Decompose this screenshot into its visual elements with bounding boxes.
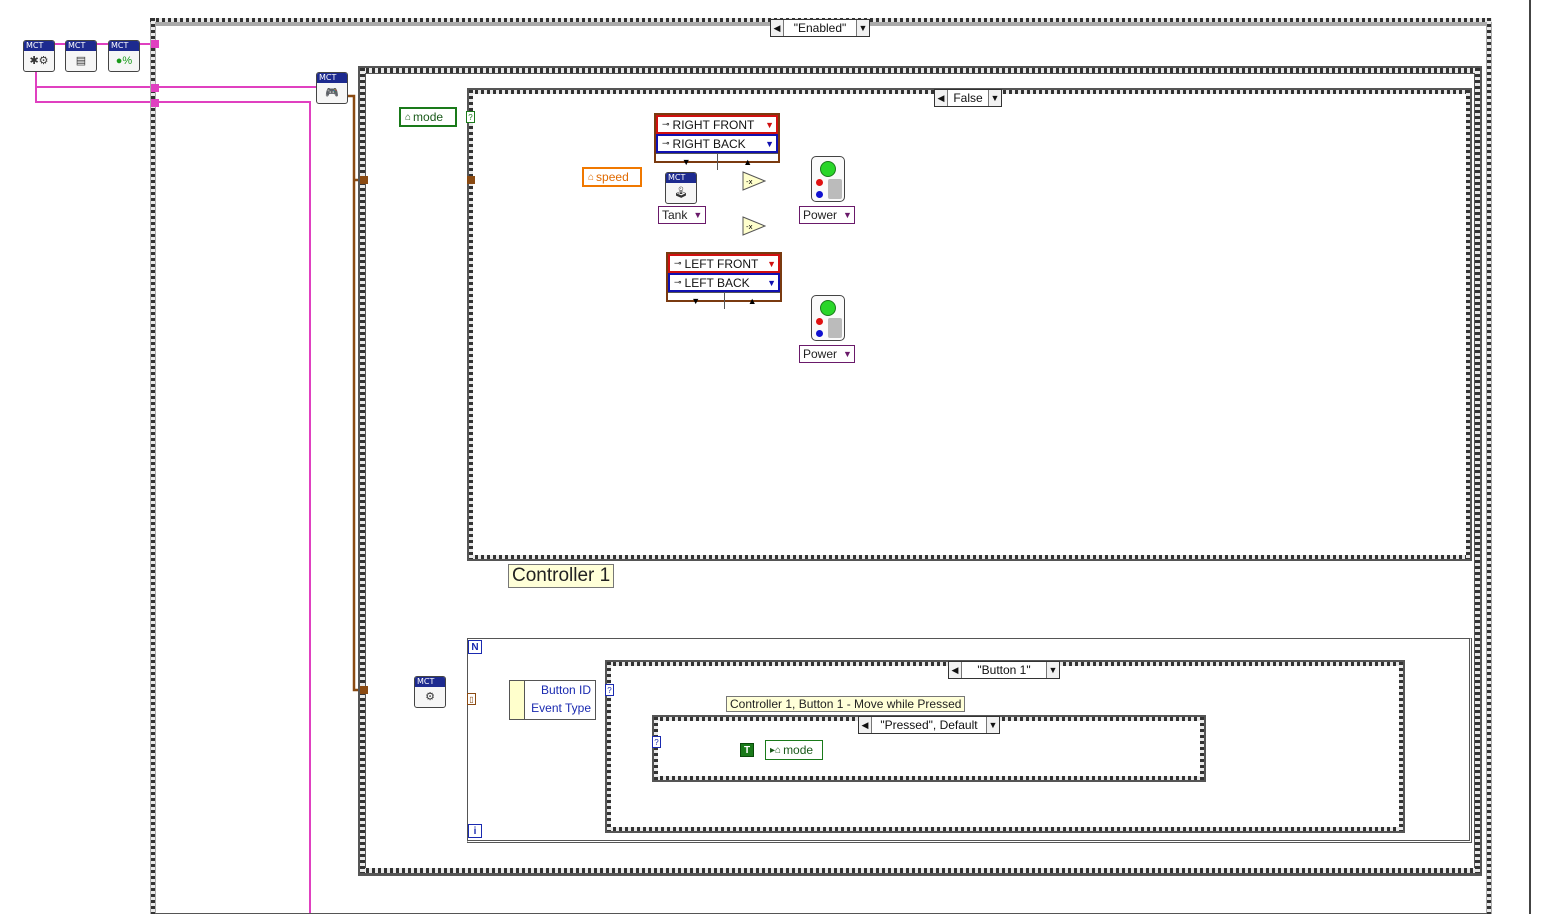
decrement-arrow-icon[interactable]: ◀ bbox=[949, 662, 962, 678]
dropdown-arrow-icon: ▼ bbox=[765, 138, 774, 149]
drive-mode-enum[interactable]: Tank ▼ bbox=[658, 206, 706, 224]
chevron-down-icon[interactable]: ▼ bbox=[656, 154, 718, 170]
loop-iteration-terminal: i bbox=[468, 824, 482, 838]
green-light-icon bbox=[820, 161, 836, 177]
unbundle-by-name[interactable]: Button ID Event Type bbox=[509, 680, 596, 720]
motor-icon bbox=[828, 318, 842, 338]
controller-label: Controller 1 bbox=[508, 564, 615, 588]
list-resize-controls[interactable]: ▼ ▲ bbox=[656, 153, 778, 170]
dropdown-arrow-icon[interactable]: ▼ bbox=[988, 90, 1001, 106]
power-enum-2[interactable]: Power ▼ bbox=[799, 345, 855, 363]
pressed-right-frame bbox=[1200, 717, 1204, 780]
home-icon: ⌂ bbox=[588, 171, 595, 183]
motor-item-right-back[interactable]: ⊸ RIGHT BACK ▼ bbox=[656, 134, 778, 153]
blue-dot-icon bbox=[816, 330, 823, 337]
tunnel-icon: ▯ bbox=[467, 693, 476, 705]
decrement-arrow-icon[interactable]: ◀ bbox=[771, 20, 784, 36]
tunnel-icon bbox=[360, 176, 368, 184]
dropdown-arrow-icon[interactable]: ▼ bbox=[856, 20, 869, 36]
home-icon: ▸⌂ bbox=[770, 744, 782, 756]
inner-case-selector[interactable]: ◀ False ▼ bbox=[934, 89, 1002, 107]
mct-printer-icon[interactable]: MCT ▤ bbox=[65, 40, 97, 72]
inner-bottom-frame bbox=[469, 555, 1470, 559]
negate-icon: -x bbox=[742, 171, 766, 191]
dropdown-arrow-icon: ▼ bbox=[765, 119, 774, 130]
pressed-case-label: "Pressed", Default bbox=[880, 718, 978, 732]
list-resize-controls[interactable]: ▼ ▲ bbox=[668, 292, 780, 309]
outer-case-left-frame bbox=[151, 18, 155, 914]
svg-text:-x: -x bbox=[746, 223, 753, 231]
loop-count-terminal: N bbox=[468, 640, 482, 654]
mct-event-icon[interactable]: MCT ⚙ bbox=[414, 676, 446, 708]
pressed-case-selector[interactable]: ◀ "Pressed", Default ▼ bbox=[858, 716, 1000, 734]
tunnel-icon bbox=[360, 686, 368, 694]
mct-controller-icon[interactable]: MCT 🎮 bbox=[316, 72, 348, 104]
tunnel-icon bbox=[151, 99, 159, 107]
svg-text:-x: -x bbox=[746, 178, 753, 186]
dropdown-arrow-icon: ▼ bbox=[767, 277, 776, 288]
chevron-up-icon[interactable]: ▲ bbox=[718, 154, 779, 170]
dropdown-arrow-icon[interactable]: ▼ bbox=[986, 717, 999, 733]
red-dot-icon bbox=[816, 179, 823, 186]
dropdown-arrow-icon: ▼ bbox=[843, 349, 852, 359]
red-dot-icon bbox=[816, 318, 823, 325]
home-icon: ⌂ bbox=[405, 111, 412, 123]
button-label: Controller 1, Button 1 - Move while Pres… bbox=[726, 696, 966, 712]
green-light-icon bbox=[820, 300, 836, 316]
motor-item-right-front[interactable]: ⊸ RIGHT FRONT ▼ bbox=[656, 115, 778, 134]
mode-local-write[interactable]: ▸⌂ mode bbox=[765, 740, 823, 760]
case-selector-terminal: ? bbox=[466, 111, 475, 123]
tunnel-icon bbox=[467, 176, 475, 184]
button-case-selector[interactable]: ◀ "Button 1" ▼ bbox=[948, 661, 1060, 679]
dropdown-arrow-icon: ▼ bbox=[843, 210, 852, 220]
button-case-label: "Button 1" bbox=[977, 663, 1031, 677]
chevron-up-icon[interactable]: ▲ bbox=[725, 293, 781, 309]
dropdown-arrow-icon[interactable]: ▼ bbox=[1046, 662, 1059, 678]
case-selector-terminal: ? bbox=[652, 736, 661, 748]
inner-case-structure[interactable] bbox=[467, 88, 1472, 561]
button-case-bottom-frame bbox=[607, 827, 1403, 831]
motor-item-left-back[interactable]: ⊸ LEFT BACK ▼ bbox=[668, 273, 780, 292]
tunnel-icon bbox=[151, 84, 159, 92]
mct-joystick-icon[interactable]: MCT 🕹 bbox=[665, 172, 697, 204]
outer-case-right-frame bbox=[1487, 18, 1491, 914]
motor-icon bbox=[828, 179, 842, 199]
chevron-down-icon[interactable]: ▼ bbox=[668, 293, 725, 309]
dropdown-arrow-icon: ▼ bbox=[767, 258, 776, 269]
mode-local-read[interactable]: ⌂ mode bbox=[399, 107, 457, 127]
inner-right-frame bbox=[1466, 90, 1470, 559]
dropdown-arrow-icon: ▼ bbox=[693, 210, 703, 220]
left-motor-list[interactable]: ⊸ LEFT FRONT ▼ ⊸ LEFT BACK ▼ ▼ ▲ bbox=[666, 252, 782, 309]
inner-left-frame bbox=[469, 90, 473, 559]
negate-icon: -x bbox=[742, 216, 766, 236]
mct-percent-icon[interactable]: MCT ●% bbox=[108, 40, 140, 72]
case-selector-terminal: ? bbox=[605, 684, 614, 696]
motor-power-node[interactable] bbox=[811, 295, 845, 341]
power-enum-1[interactable]: Power ▼ bbox=[799, 206, 855, 224]
speed-local[interactable]: ⌂ speed bbox=[582, 167, 642, 187]
middle-right-frame bbox=[1475, 68, 1480, 873]
inner-case-label: False bbox=[953, 91, 983, 105]
blue-dot-icon bbox=[816, 191, 823, 198]
pressed-bottom-frame bbox=[654, 776, 1204, 780]
right-motor-list[interactable]: ⊸ RIGHT FRONT ▼ ⊸ RIGHT BACK ▼ ▼ ▲ bbox=[654, 113, 780, 170]
decrement-arrow-icon[interactable]: ◀ bbox=[859, 717, 872, 733]
outer-case-selector[interactable]: ◀ "Enabled" ▼ bbox=[770, 19, 870, 37]
true-constant[interactable]: T bbox=[740, 743, 754, 757]
decrement-arrow-icon[interactable]: ◀ bbox=[935, 90, 948, 106]
mct-bluetooth-icon[interactable]: MCT ✱⚙ bbox=[23, 40, 55, 72]
tunnel-icon bbox=[151, 40, 159, 48]
button-case-right-frame bbox=[1399, 662, 1403, 831]
motor-power-node[interactable] bbox=[811, 156, 845, 202]
motor-item-left-front[interactable]: ⊸ LEFT FRONT ▼ bbox=[668, 254, 780, 273]
middle-bottom-frame bbox=[360, 868, 1480, 873]
middle-left-frame bbox=[360, 68, 365, 873]
outer-case-label: "Enabled" bbox=[793, 21, 847, 35]
middle-top-frame bbox=[360, 68, 1480, 73]
